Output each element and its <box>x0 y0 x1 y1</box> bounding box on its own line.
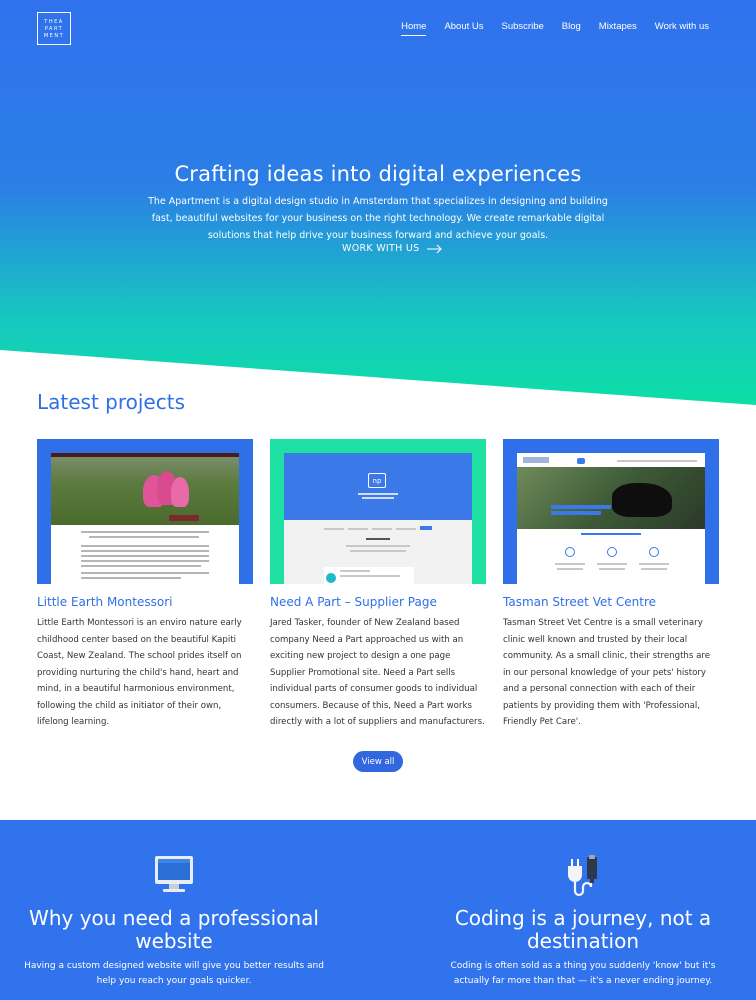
project-description: Little Earth Montessori is an enviro nat… <box>37 618 242 727</box>
project-thumbnail[interactable] <box>37 439 253 584</box>
work-with-us-label: WORK WITH US <box>342 243 420 254</box>
monitor-icon <box>155 856 193 892</box>
nav-item-mixtapes[interactable]: Mixtapes <box>599 21 637 36</box>
arrow-right-icon <box>427 244 443 253</box>
feature-coding-journey: Coding is a journey, not a destination C… <box>433 820 733 989</box>
project-description: Jared Tasker, founder of New Zealand bas… <box>270 618 485 727</box>
need-a-part-logo: np <box>368 473 386 488</box>
project-card-need-a-part[interactable]: np Need A Part – Supplier Page Jared Tas… <box>270 439 486 731</box>
feature-title: Coding is a journey, not a destination <box>454 906 712 953</box>
logo-line-3: MENT <box>43 32 65 39</box>
nav-item-blog[interactable]: Blog <box>562 21 581 36</box>
feature-professional-website: Why you need a professional website Havi… <box>24 820 324 989</box>
project-thumbnail[interactable] <box>503 439 719 584</box>
page: THEA PART MENT Home About Us Subscribe B… <box>0 0 756 1000</box>
project-title[interactable]: Need A Part – Supplier Page <box>270 595 486 609</box>
project-card-little-earth[interactable]: Little Earth Montessori Little Earth Mon… <box>37 439 253 731</box>
main-nav: Home About Us Subscribe Blog Mixtapes Wo… <box>401 21 709 36</box>
website-screenshot: np <box>284 453 472 584</box>
feature-text: Having a custom designed website will gi… <box>24 961 324 986</box>
hero-description: The Apartment is a digital design studio… <box>148 196 608 241</box>
features-section: Why you need a professional website Havi… <box>0 820 756 1000</box>
nav-item-work-with-us[interactable]: Work with us <box>655 21 709 36</box>
feature-title: Why you need a professional website <box>29 906 319 953</box>
latest-projects-heading: Latest projects <box>37 390 185 414</box>
logo-line-1: THEA <box>44 18 64 25</box>
nav-item-subscribe[interactable]: Subscribe <box>502 21 544 36</box>
plug-icon <box>568 855 597 897</box>
site-logo[interactable]: THEA PART MENT <box>37 12 71 45</box>
website-screenshot <box>517 453 705 584</box>
work-with-us-button[interactable]: WORK WITH US <box>342 243 443 254</box>
project-thumbnail[interactable]: np <box>270 439 486 584</box>
project-card-tasman-vet[interactable]: Tasman Street Vet Centre Tasman Street V… <box>503 439 719 731</box>
nav-item-home[interactable]: Home <box>401 21 427 36</box>
website-screenshot <box>51 453 239 584</box>
feature-text: Coding is often sold as a thing you sudd… <box>450 961 716 986</box>
project-description: Tasman Street Vet Centre is a small vete… <box>503 618 710 727</box>
logo-line-2: PART <box>44 25 64 32</box>
nav-item-about-us[interactable]: About Us <box>444 21 483 36</box>
hero-title: Crafting ideas into digital experiences <box>174 162 582 186</box>
view-all-button[interactable]: View all <box>353 751 403 772</box>
project-title[interactable]: Little Earth Montessori <box>37 595 253 609</box>
project-title[interactable]: Tasman Street Vet Centre <box>503 595 719 609</box>
